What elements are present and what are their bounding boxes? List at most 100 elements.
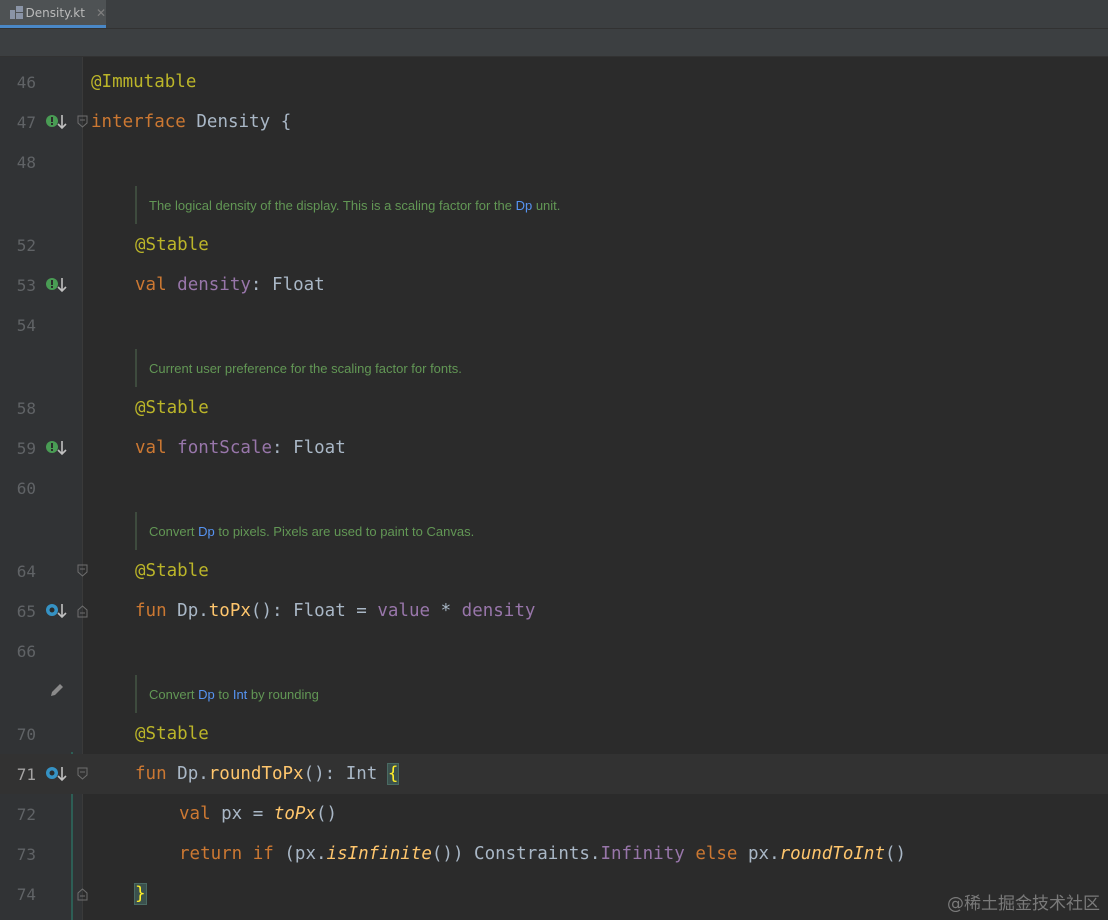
line-number: 71 xyxy=(16,765,36,784)
doc-text: Current user preference for the scaling … xyxy=(149,360,462,376)
fold-icon[interactable] xyxy=(77,115,88,129)
code-line: 74 } xyxy=(0,874,1108,914)
line-number: 58 xyxy=(16,399,36,418)
keyword: else xyxy=(695,844,738,864)
code-line: 59 val fontScale: Float xyxy=(0,428,1108,468)
code-text: px = xyxy=(210,804,274,824)
value-ref: value xyxy=(377,601,431,621)
code-line: 46 @Immutable xyxy=(0,62,1108,102)
overrides-icon[interactable] xyxy=(45,602,67,620)
editor-tab-bar: Density.kt ✕ xyxy=(0,0,1108,29)
function-call: isInfinite xyxy=(326,844,432,864)
code-line-current: 71 fun Dp.roundToPx(): Int { xyxy=(0,754,1108,794)
doc-comment[interactable]: Current user preference for the scaling … xyxy=(135,349,462,387)
line-number: 46 xyxy=(16,73,36,92)
doc-comment[interactable]: Convert Dp to Int by rounding xyxy=(135,675,319,713)
code-line: 64 @Stable xyxy=(0,551,1108,591)
fold-icon[interactable] xyxy=(77,887,88,901)
keyword: val xyxy=(135,438,167,458)
function-name: toPx xyxy=(208,601,251,621)
code-line: 58 @Stable xyxy=(0,388,1108,428)
interface-name: Density xyxy=(196,112,271,132)
code-text: px. xyxy=(737,844,780,864)
keyword: return xyxy=(179,844,243,864)
colon: : xyxy=(250,275,262,295)
code-line: 72 val px = toPx() xyxy=(0,794,1108,834)
doc-link[interactable]: Dp xyxy=(198,687,215,702)
code-text: (px. xyxy=(273,844,327,864)
annotation: @Immutable xyxy=(91,72,197,92)
keyword: fun xyxy=(135,764,167,784)
annotation: @Stable xyxy=(135,398,209,418)
doc-text: unit. xyxy=(532,197,561,213)
doc-text: to pixels. Pixels are used to paint to C… xyxy=(214,523,475,539)
function-name: roundToPx xyxy=(208,764,304,784)
breadcrumb-bar xyxy=(0,29,1108,57)
tab-density-kt[interactable]: Density.kt ✕ xyxy=(0,0,106,28)
line-number: 73 xyxy=(16,845,36,864)
code-line: 52 @Stable xyxy=(0,225,1108,265)
line-number: 70 xyxy=(16,725,36,744)
fold-icon[interactable] xyxy=(77,767,88,781)
function-call: toPx xyxy=(273,804,316,824)
type-name: Float xyxy=(293,438,346,458)
code-line: 73 return if (px.isInfinite()) Constrain… xyxy=(0,834,1108,874)
line-number: 72 xyxy=(16,805,36,824)
code-line: 65 fun Dp.toPx(): Float = value * densit… xyxy=(0,591,1108,631)
doc-comment[interactable]: Convert Dp to pixels. Pixels are used to… xyxy=(135,512,474,550)
code-line: 47 interface Density { xyxy=(0,102,1108,142)
doc-text: Convert xyxy=(149,686,199,702)
line-number: 65 xyxy=(16,602,36,621)
code-line: 48 xyxy=(0,142,1108,182)
doc-link[interactable]: Dp xyxy=(198,524,215,539)
matched-brace: } xyxy=(134,883,147,905)
doc-comment[interactable]: The logical density of the display. This… xyxy=(135,186,560,224)
code-text: () xyxy=(315,804,338,824)
code-line: 60 xyxy=(0,468,1108,508)
keyword: interface xyxy=(91,112,186,132)
line-number: 48 xyxy=(16,153,36,172)
implemented-icon[interactable] xyxy=(45,276,67,294)
doc-text: Convert xyxy=(149,523,199,539)
pencil-icon[interactable] xyxy=(48,681,66,699)
doc-text: by rounding xyxy=(247,686,319,702)
overrides-icon[interactable] xyxy=(45,765,67,783)
implemented-icon[interactable] xyxy=(45,439,67,457)
watermark: @稀土掘金技术社区 xyxy=(947,894,1100,914)
receiver-type: Dp. xyxy=(177,601,209,621)
fold-icon[interactable] xyxy=(77,604,88,618)
density-ref: density xyxy=(461,601,536,621)
line-number: 52 xyxy=(16,236,36,255)
code-text: ()) Constraints. xyxy=(431,844,601,864)
line-number: 60 xyxy=(16,479,36,498)
keyword: if xyxy=(252,844,274,864)
fold-icon[interactable] xyxy=(77,564,88,578)
doc-link[interactable]: Dp xyxy=(516,198,533,213)
keyword: fun xyxy=(135,601,167,621)
brace: { xyxy=(280,112,292,132)
code-line: 70 @Stable xyxy=(0,714,1108,754)
doc-link[interactable]: Int xyxy=(233,687,247,702)
matched-brace: { xyxy=(386,763,400,785)
code-line: 66 xyxy=(0,631,1108,671)
code-editor[interactable]: 46 @Immutable 47 interface Density { 48 … xyxy=(0,57,1108,920)
line-number: 59 xyxy=(16,439,36,458)
line-number: 47 xyxy=(16,113,36,132)
receiver-type: Dp. xyxy=(177,764,209,784)
operator: * xyxy=(430,601,462,621)
kotlin-file-icon xyxy=(10,6,23,19)
keyword: val xyxy=(135,275,167,295)
annotation: @Stable xyxy=(135,724,209,744)
close-icon[interactable]: ✕ xyxy=(96,6,106,20)
line-number: 66 xyxy=(16,642,36,661)
annotation: @Stable xyxy=(135,561,209,581)
function-call: roundToInt xyxy=(779,844,885,864)
signature: (): Int xyxy=(303,764,388,784)
code-line: 53 val density: Float xyxy=(0,265,1108,305)
keyword: val xyxy=(179,804,211,824)
line-number: 53 xyxy=(16,276,36,295)
implemented-icon[interactable] xyxy=(45,113,67,131)
doc-text: to xyxy=(214,686,233,702)
doc-text: The logical density of the display. This… xyxy=(149,197,516,213)
annotation: @Stable xyxy=(135,235,209,255)
